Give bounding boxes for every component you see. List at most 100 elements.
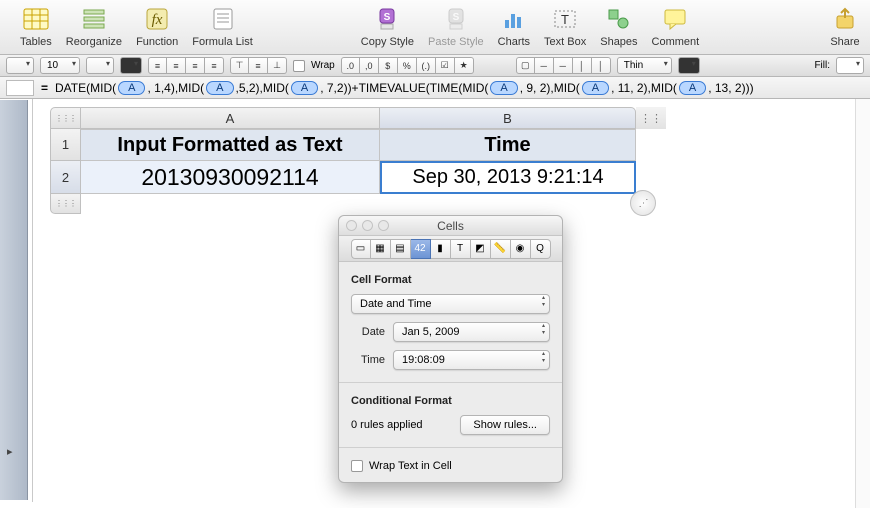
wrap-checkbox[interactable] [293,60,305,72]
copy-style-button[interactable]: S Copy Style [361,4,414,48]
formula-list-button[interactable]: Formula List [192,4,253,48]
wrap-label: Wrap [311,60,335,71]
main-toolbar: Tables Reorganize fx Function Formula Li… [0,0,870,55]
border-left-button[interactable]: │ [573,57,592,74]
formula-input[interactable]: DATE( MID( A , 1,4), MID( A ,5,2), MID( … [55,81,754,95]
align-right-button[interactable]: ≡ [186,57,205,74]
ref-pill[interactable]: A [206,81,233,95]
charts-icon [499,4,529,34]
dec-dec-button[interactable]: ,0 [360,57,379,74]
cell-B2[interactable]: Sep 30, 2013 9:21:14 [380,161,636,194]
comment-icon [660,4,690,34]
tab-table-icon[interactable]: ▤ [391,239,411,259]
font-size-select[interactable]: 10 [40,57,80,74]
dec-inc-button[interactable]: .0 [341,57,360,74]
fill-color-select[interactable] [836,57,864,74]
column-header-A[interactable]: A [81,107,380,129]
checkbox-fmt-button[interactable]: ☑ [436,57,455,74]
comment-label: Comment [652,36,700,48]
row-header-2[interactable]: 2 [50,161,81,194]
ref-pill[interactable]: A [582,81,609,95]
wrap-text-checkbox[interactable] [351,460,363,472]
conditional-format-heading: Conditional Format [351,395,550,407]
border-color-select[interactable] [678,57,700,74]
function-label: Function [136,36,178,48]
textbox-label: Text Box [544,36,586,48]
shapes-button[interactable]: Shapes [600,4,637,48]
tab-quicktime-icon[interactable]: Q [531,239,551,259]
cell-format-select[interactable]: Date and Time [351,294,550,314]
share-icon [830,4,860,34]
align-left-button[interactable]: ≡ [148,57,167,74]
cells-inspector: Cells ▭ ▦ ▤ 42 ▮ T ◩ 📏 ◉ Q Cell Format D… [338,215,563,483]
date-format-select[interactable]: Jan 5, 2009 [393,322,550,342]
column-header-B[interactable]: B [380,107,636,129]
align-top-button[interactable]: ⊤ [230,57,249,74]
border-right-button[interactable]: │ [592,57,611,74]
share-button[interactable]: Share [830,4,860,48]
function-button[interactable]: fx Function [136,4,178,48]
border-bottom-button[interactable]: ─ [554,57,573,74]
time-label: Time [351,354,385,366]
row-header-1[interactable]: 1 [50,129,81,161]
tab-text-icon[interactable]: T [451,239,471,259]
cell-ref-box[interactable] [6,80,34,96]
inspector-titlebar[interactable]: Cells [339,216,562,236]
paste-style-button[interactable]: S Paste Style [428,4,484,48]
tab-sheet-icon[interactable]: ▦ [371,239,391,259]
font-family-select[interactable] [6,57,34,74]
rating-fmt-button[interactable]: ★ [455,57,474,74]
currency-button[interactable]: $ [379,57,398,74]
tables-button[interactable]: Tables [20,4,52,48]
svg-text:S: S [452,12,459,23]
percent-button[interactable]: % [398,57,417,74]
ref-pill[interactable]: A [118,81,145,95]
tab-document-icon[interactable]: ▭ [351,239,371,259]
border-top-button[interactable]: ─ [535,57,554,74]
resize-handle[interactable]: ⋰ [630,190,656,216]
ref-pill[interactable]: A [291,81,318,95]
cell-A2[interactable]: 20130930092114 [81,161,380,194]
ref-pill[interactable]: A [679,81,706,95]
vertical-scrollbar[interactable] [855,99,870,508]
tab-cells-icon[interactable]: 42 [411,239,431,259]
align-middle-button[interactable]: ≡ [249,57,268,74]
tab-metrics-icon[interactable]: 📏 [491,239,511,259]
comment-button[interactable]: Comment [652,4,700,48]
align-bottom-button[interactable]: ⊥ [268,57,287,74]
font-color-select[interactable] [120,57,142,74]
ref-pill[interactable]: A [490,81,517,95]
tab-chart-icon[interactable]: ▮ [431,239,451,259]
svg-text:fx: fx [152,12,163,28]
cell-B1[interactable]: Time [380,129,636,161]
border-set: ▢ ─ ─ │ │ [516,57,611,74]
textbox-button[interactable]: T Text Box [544,4,586,48]
shapes-label: Shapes [600,36,637,48]
add-row-handle[interactable]: ⋮⋮⋮ [50,194,81,214]
charts-button[interactable]: Charts [498,4,530,48]
show-rules-button[interactable]: Show rules... [460,415,550,435]
cell-A1[interactable]: Input Formatted as Text [81,129,380,161]
paste-style-icon: S [441,4,471,34]
textbox-icon: T [550,4,580,34]
tab-hyperlink-icon[interactable]: ◉ [511,239,531,259]
rules-count-label: 0 rules applied [351,419,423,431]
collapse-icon[interactable]: ▸ [7,445,13,458]
add-column-handle[interactable]: ⋮⋮ [636,107,666,129]
font-style-select[interactable] [86,57,114,74]
paste-style-label: Paste Style [428,36,484,48]
reorganize-button[interactable]: Reorganize [66,4,122,48]
copy-style-label: Copy Style [361,36,414,48]
formula-list-icon [208,4,238,34]
svg-text:S: S [384,12,391,23]
align-center-button[interactable]: ≡ [167,57,186,74]
tab-graphic-icon[interactable]: ◩ [471,239,491,259]
border-style-select[interactable]: Thin [617,57,672,74]
time-format-select[interactable]: 19:08:09 [393,350,550,370]
border-outer-button[interactable]: ▢ [516,57,535,74]
date-label: Date [351,326,385,338]
inspector-tabs: ▭ ▦ ▤ 42 ▮ T ◩ 📏 ◉ Q [339,236,562,262]
table-corner[interactable]: ⋮⋮⋮ [50,107,81,129]
accounting-button[interactable]: (.) [417,57,436,74]
align-justify-button[interactable]: ≡ [205,57,224,74]
